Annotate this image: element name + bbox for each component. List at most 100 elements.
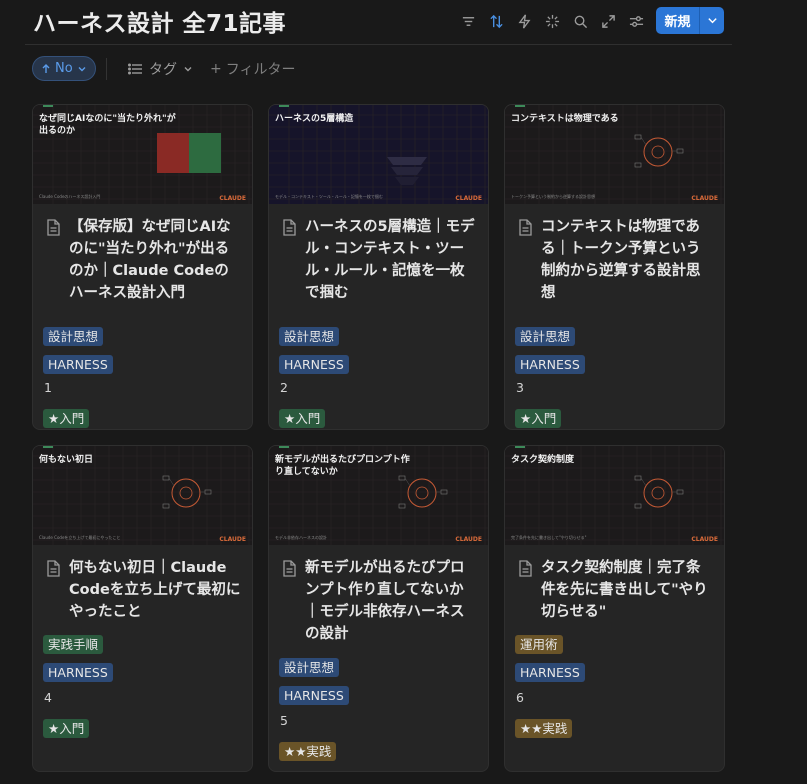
- settings-sliders-icon[interactable]: [625, 10, 647, 32]
- thumbnail-accent: [279, 105, 289, 107]
- level-tag-row: ★入門: [43, 408, 90, 428]
- level-tag-row: ★★実践: [279, 741, 337, 761]
- topic-tag-row: HARNESS: [43, 354, 113, 374]
- card-thumbnail: なぜ同じAIなのに"当たり外れ"が出るのか Claude Codeのハーネス設計入…: [33, 105, 252, 204]
- card-title[interactable]: 何もない初日｜Claude Codeを立ち上げて最初にやったこと: [43, 557, 242, 623]
- topic-tag: HARNESS: [515, 355, 585, 374]
- category-tag-row: 実践手順: [43, 634, 104, 654]
- add-filter-label: フィルター: [225, 61, 296, 78]
- filter-bar: No タグ + フィルター: [32, 56, 732, 82]
- thumbnail-title: なぜ同じAIなのに"当たり外れ"が出るのか: [39, 114, 176, 136]
- gallery-card[interactable]: 新モデルが出るたびプロンプト作り直してないか モデル非依存ハーネスの設計 CLAUD…: [268, 445, 489, 772]
- gallery-card[interactable]: タスク契約制度 完了条件を先に書き出して"やり切らせる" CLAUDE タスク契約制度…: [504, 445, 725, 772]
- card-thumbnail: タスク契約制度 完了条件を先に書き出して"やり切らせる" CLAUDE: [505, 446, 724, 545]
- thumbnail-caption: モデル・コンテキスト・ツール・ルール・記憶を一枚で掴む: [275, 194, 383, 199]
- card-body: 何もない初日｜Claude Codeを立ち上げて最初にやったこと: [33, 557, 252, 623]
- plus-icon: +: [210, 60, 222, 77]
- level-tag: ★入門: [43, 409, 90, 428]
- page-icon: [47, 560, 60, 577]
- topic-tag-row: HARNESS: [43, 662, 113, 682]
- thumbnail-accent: [515, 105, 525, 107]
- article-number: 6: [516, 690, 524, 705]
- card-title[interactable]: コンテキストは物理である｜トークン予算という制約から逆算する設計思想: [515, 216, 714, 304]
- card-title-text: コンテキストは物理である｜トークン予算という制約から逆算する設計思想: [541, 219, 701, 301]
- article-number: 3: [516, 380, 524, 395]
- topic-tag: HARNESS: [43, 663, 113, 682]
- level-tag-row: ★入門: [515, 408, 562, 428]
- card-title-text: タスク契約制度｜完了条件を先に書き出して"やり切らせる": [541, 560, 708, 620]
- filter-icon[interactable]: [457, 10, 479, 32]
- card-title-text: ハーネスの5層構造｜モデル・コンテキスト・ツール・ルール・記憶を一枚で掴む: [305, 219, 475, 301]
- chevron-down-icon[interactable]: [700, 7, 724, 34]
- search-icon[interactable]: [569, 10, 591, 32]
- header-divider: [25, 44, 732, 45]
- thumbnail-accent: [279, 446, 289, 448]
- topic-tag: HARNESS: [43, 355, 113, 374]
- page-title: ハーネス設計 全71記事: [33, 11, 287, 37]
- sort-pill[interactable]: No: [32, 56, 96, 81]
- gallery-card[interactable]: 何もない初日 Claude Codeを立ち上げて最初にやったこと CLAUDE 何もな…: [32, 445, 253, 772]
- article-number: 2: [280, 380, 288, 395]
- level-tag-row: ★入門: [43, 718, 90, 738]
- gallery-card[interactable]: なぜ同じAIなのに"当たり外れ"が出るのか Claude Codeのハーネス設計入…: [32, 104, 253, 430]
- topic-tag: HARNESS: [279, 686, 349, 705]
- thumbnail-brand: CLAUDE: [691, 195, 718, 202]
- card-body: コンテキストは物理である｜トークン予算という制約から逆算する設計思想: [505, 216, 724, 304]
- new-button[interactable]: 新規: [656, 7, 724, 34]
- thumbnail-brand: CLAUDE: [691, 536, 718, 543]
- sort-pill-label: No: [55, 61, 73, 76]
- thumbnail-brand: CLAUDE: [219, 536, 246, 543]
- thumbnail-title: 新モデルが出るたびプロンプト作り直してないか: [275, 455, 410, 477]
- group-by-tag-label: タグ: [149, 61, 177, 78]
- card-thumbnail: コンテキストは物理である トークン予算という制約から逆算する設計思想 CLAUDE: [505, 105, 724, 204]
- card-thumbnail: 新モデルが出るたびプロンプト作り直してないか モデル非依存ハーネスの設計 CLAUD…: [269, 446, 488, 545]
- lightning-icon[interactable]: [513, 10, 535, 32]
- chevron-down-icon: [184, 66, 192, 71]
- article-number: 1: [44, 380, 52, 395]
- category-tag-row: 設計思想: [279, 326, 340, 346]
- filter-divider: [106, 58, 107, 80]
- thumbnail-caption: モデル非依存ハーネスの設計: [275, 535, 327, 540]
- card-body: ハーネスの5層構造｜モデル・コンテキスト・ツール・ルール・記憶を一枚で掴む: [269, 216, 488, 304]
- level-tag-row: ★入門: [279, 408, 326, 428]
- card-title[interactable]: 新モデルが出るたびプロンプト作り直してないか｜モデル非依存ハーネスの設計: [279, 557, 478, 645]
- gallery-card[interactable]: ハーネスの5層構造モデル・コンテキスト・ツール・ルール・記憶を一枚で掴む CLAU…: [268, 104, 489, 430]
- topic-tag: HARNESS: [279, 355, 349, 374]
- card-title[interactable]: ハーネスの5層構造｜モデル・コンテキスト・ツール・ルール・記憶を一枚で掴む: [279, 216, 478, 304]
- level-tag: ★★実践: [515, 719, 573, 738]
- article-number: 5: [280, 713, 288, 728]
- gallery-card[interactable]: コンテキストは物理である トークン予算という制約から逆算する設計思想 CLAUDE コ…: [504, 104, 725, 430]
- expand-icon[interactable]: [597, 10, 619, 32]
- category-tag: 実践手順: [43, 635, 104, 654]
- category-tag: 設計思想: [515, 327, 576, 346]
- category-tag-row: 運用術: [515, 634, 563, 654]
- thumbnail-brand: CLAUDE: [455, 195, 482, 202]
- page-icon: [283, 560, 296, 577]
- thumbnail-accent: [43, 105, 53, 107]
- page-icon: [519, 219, 532, 236]
- card-body: タスク契約制度｜完了条件を先に書き出して"やり切らせる": [505, 557, 724, 623]
- card-title[interactable]: 【保存版】なぜ同じAIなのに"当たり外れ"が出るのか｜Claude Codeのハ…: [43, 216, 242, 304]
- thumbnail-title: 何もない初日: [39, 455, 94, 465]
- card-title-text: 何もない初日｜Claude Codeを立ち上げて最初にやったこと: [69, 560, 241, 620]
- add-filter-button[interactable]: + フィルター: [210, 56, 295, 81]
- sparkle-icon[interactable]: [541, 10, 563, 32]
- thumbnail-caption: 完了条件を先に書き出して"やり切らせる": [511, 535, 587, 540]
- group-by-tag[interactable]: タグ: [127, 56, 193, 81]
- thumbnail-brand: CLAUDE: [219, 195, 246, 202]
- card-title-text: 新モデルが出るたびプロンプト作り直してないか｜モデル非依存ハーネスの設計: [305, 560, 465, 642]
- thumbnail-title: ハーネスの5層構造: [275, 114, 354, 124]
- page-icon: [519, 560, 532, 577]
- chevron-down-icon: [78, 66, 86, 71]
- topic-tag-row: HARNESS: [279, 354, 349, 374]
- category-tag: 設計思想: [279, 327, 340, 346]
- category-tag-row: 設計思想: [279, 657, 340, 677]
- category-tag-row: 設計思想: [515, 326, 576, 346]
- sort-icon[interactable]: [485, 10, 507, 32]
- level-tag: ★入門: [43, 719, 90, 738]
- card-title[interactable]: タスク契約制度｜完了条件を先に書き出して"やり切らせる": [515, 557, 714, 623]
- level-tag: ★★実践: [279, 742, 337, 761]
- thumbnail-accent: [515, 446, 525, 448]
- new-button-label[interactable]: 新規: [656, 7, 699, 34]
- card-body: 【保存版】なぜ同じAIなのに"当たり外れ"が出るのか｜Claude Codeのハ…: [33, 216, 252, 304]
